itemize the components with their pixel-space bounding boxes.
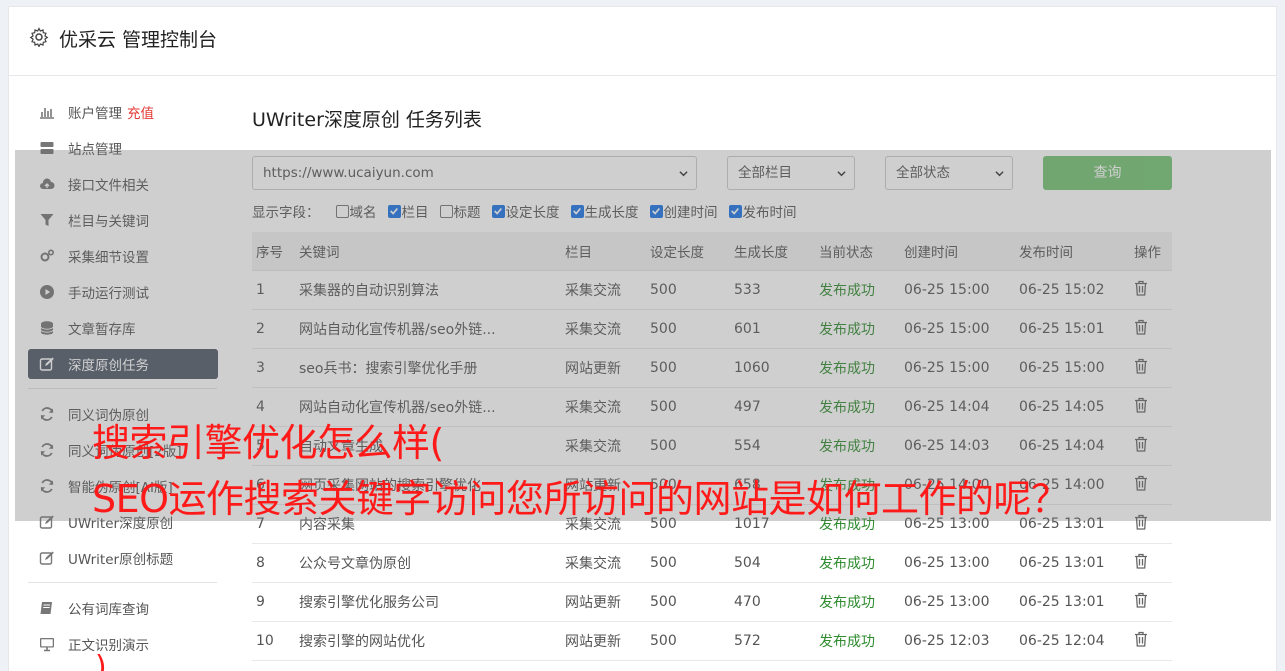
overlay-headline-line2: SEO运作搜索关键字访问您所访问的网站是如何工作的呢？ bbox=[92, 477, 1069, 521]
overlay-stray-text: ) bbox=[95, 650, 107, 671]
table-cell: 搜索引擎的网站优化 bbox=[299, 633, 425, 650]
table-cell: 572 bbox=[734, 632, 761, 649]
table-cell: 06-25 12:03 bbox=[904, 632, 990, 649]
table-cell: 公众号文章伪原创 bbox=[299, 555, 411, 572]
page-title: UWriter深度原创 任务列表 bbox=[252, 109, 482, 131]
sidebar-item-label: 公有词库查询 bbox=[68, 602, 149, 618]
bar-chart-icon bbox=[39, 104, 55, 120]
main-content: UWriter深度原创 任务列表 https://www.ucaiyun.com… bbox=[252, 100, 1172, 660]
sidebar-divider bbox=[28, 582, 217, 583]
table-cell: 8 bbox=[256, 554, 265, 571]
table-cell: 网站更新 bbox=[565, 594, 621, 611]
table-cell: 470 bbox=[734, 593, 761, 610]
trash-icon[interactable] bbox=[1134, 553, 1148, 569]
sidebar-item-label: 账户管理 bbox=[68, 106, 122, 122]
table-cell: 06-25 13:01 bbox=[1019, 554, 1105, 571]
app-title: 优采云 管理控制台 bbox=[59, 29, 218, 51]
table-cell: 网站更新 bbox=[565, 633, 621, 650]
table-cell: 搜索引擎优化服务公司 bbox=[299, 594, 439, 611]
trash-icon[interactable] bbox=[1134, 631, 1148, 647]
table-cell: 06-25 12:04 bbox=[1019, 632, 1105, 649]
gear-icon bbox=[29, 27, 49, 47]
sidebar-item-items2-4[interactable]: UWriter原创标题 bbox=[28, 543, 218, 573]
recharge-link[interactable]: 充值 bbox=[127, 102, 154, 122]
trash-icon[interactable] bbox=[1134, 592, 1148, 608]
status-cell: 发布成功 bbox=[819, 633, 875, 650]
sidebar-item-items3-1[interactable]: 正文识别演示 bbox=[28, 629, 218, 659]
sidebar-item-items3-0[interactable]: 公有词库查询 bbox=[28, 593, 218, 623]
table-cell: 06-25 13:01 bbox=[1019, 593, 1105, 610]
book-icon bbox=[39, 600, 55, 616]
top-bar: 优采云 管理控制台 bbox=[8, 6, 1277, 76]
edit-icon bbox=[39, 550, 55, 566]
status-cell: 发布成功 bbox=[819, 555, 875, 572]
action-cell bbox=[1134, 621, 1172, 660]
action-cell bbox=[1134, 582, 1172, 621]
overlay-headline-line1: 搜索引擎优化怎么样( bbox=[92, 421, 444, 465]
table-cell: 500 bbox=[650, 593, 677, 610]
table-cell: 06-25 13:00 bbox=[904, 554, 990, 571]
sidebar-item-label: UWriter原创标题 bbox=[68, 552, 174, 568]
table-cell: 504 bbox=[734, 554, 761, 571]
table-cell: 9 bbox=[256, 593, 265, 610]
table-cell: 500 bbox=[650, 632, 677, 649]
table-row: 10 搜索引擎的网站优化 网站更新 500 572 发布成功 06-25 12:03 06-2… bbox=[252, 621, 1172, 660]
table-cell: 06-25 13:00 bbox=[904, 593, 990, 610]
action-cell bbox=[1134, 543, 1172, 582]
table-cell: 10 bbox=[256, 632, 274, 649]
table-cell: 500 bbox=[650, 554, 677, 571]
status-cell: 发布成功 bbox=[819, 594, 875, 611]
sidebar-item-items-0[interactable]: 账户管理 充值 bbox=[28, 97, 218, 127]
sidebar-item-label: 正文识别演示 bbox=[68, 638, 149, 654]
table-row: 8 公众号文章伪原创 采集交流 500 504 发布成功 06-25 13:00 06-25 … bbox=[252, 543, 1172, 582]
table-row: 9 搜索引擎优化服务公司 网站更新 500 470 发布成功 06-25 13:00 06-2… bbox=[252, 582, 1172, 621]
table-cell: 采集交流 bbox=[565, 555, 621, 572]
monitor-icon bbox=[39, 636, 55, 652]
